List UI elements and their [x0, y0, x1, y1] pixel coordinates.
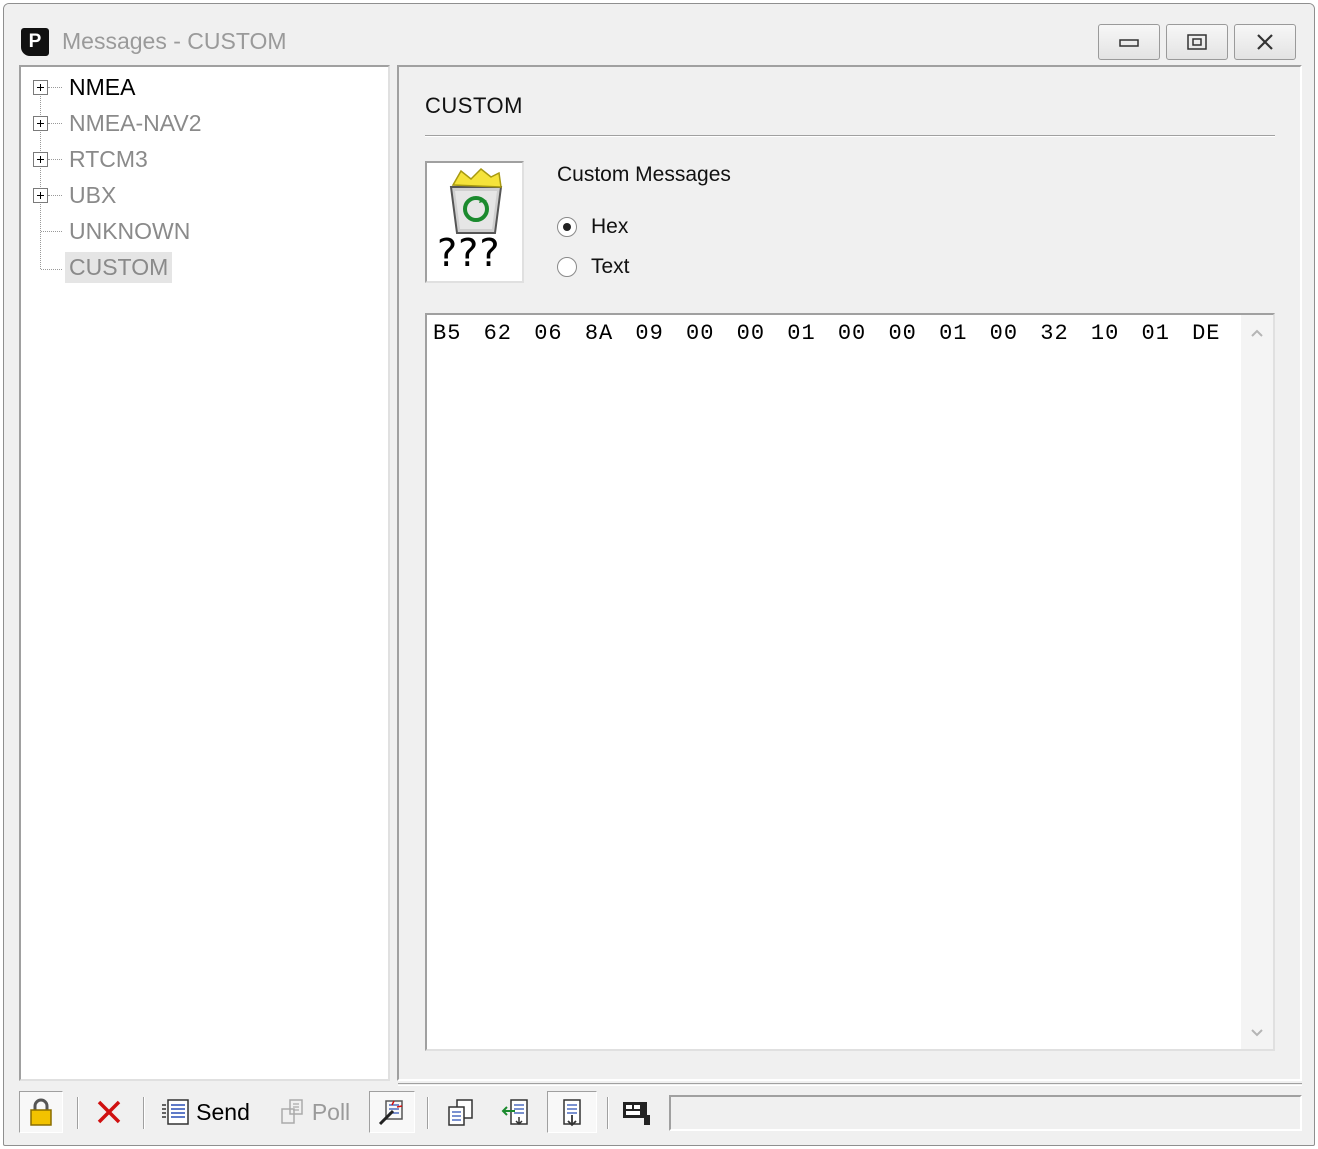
- radio-label: Text: [591, 255, 630, 278]
- radio-hex[interactable]: Hex: [557, 215, 628, 239]
- send-icon: [162, 1099, 189, 1125]
- toolbar-separator: [77, 1097, 79, 1129]
- record-icon: [623, 1102, 650, 1125]
- radio-label: Hex: [591, 215, 629, 238]
- group-label: Custom Messages: [557, 163, 731, 186]
- message-content-editor[interactable]: B5 62 06 8A 09 00 00 01 00 00 01 00 32 1…: [425, 313, 1275, 1051]
- toolbar-separator: [427, 1097, 429, 1129]
- expand-icon[interactable]: [33, 187, 48, 203]
- copy-button[interactable]: [439, 1091, 481, 1133]
- restore-icon: [1187, 34, 1207, 50]
- toolbar: Send Poll: [19, 1091, 1309, 1137]
- radio-button[interactable]: [557, 217, 577, 237]
- delete-icon: [97, 1100, 121, 1124]
- icon-caption: ???: [437, 231, 501, 275]
- tree-item-label: NMEA-NAV2: [69, 109, 202, 136]
- tree-line: [48, 123, 62, 124]
- message-type-icon: ???: [425, 161, 524, 283]
- lock-button[interactable]: [19, 1091, 63, 1133]
- toolbar-separator: [607, 1097, 609, 1129]
- tree-item-label: UNKNOWN: [69, 217, 191, 244]
- delete-button[interactable]: [89, 1091, 129, 1133]
- status-field: [669, 1095, 1302, 1131]
- radio-text[interactable]: Text: [557, 255, 630, 279]
- tree-item-label: UBX: [69, 181, 117, 208]
- tree-line: [48, 87, 62, 88]
- minimize-icon: [1119, 39, 1139, 47]
- vertical-scrollbar[interactable]: [1241, 315, 1273, 1049]
- recycle-bin-icon: [449, 167, 503, 234]
- close-icon: [1257, 34, 1273, 50]
- autoscroll-icon: [563, 1099, 581, 1127]
- send-label: Send: [196, 1098, 250, 1125]
- message-detail-panel: CUSTOM ??? Custom Messages Hex Text B5 6…: [397, 65, 1302, 1081]
- tree-item-label: CUSTOM: [65, 251, 173, 283]
- title-bar[interactable]: P Messages - CUSTOM: [4, 4, 1314, 66]
- toolbar-divider: [398, 1083, 1302, 1086]
- tree-item-label: NMEA: [69, 73, 136, 100]
- record-button[interactable]: [615, 1091, 657, 1133]
- radio-button[interactable]: [557, 257, 577, 277]
- scroll-down-icon[interactable]: [1249, 1025, 1265, 1041]
- restore-button[interactable]: [1166, 24, 1228, 60]
- app-icon: P: [21, 28, 49, 56]
- import-icon: [501, 1099, 528, 1126]
- scroll-up-icon[interactable]: [1249, 325, 1265, 341]
- tree-line: [48, 195, 62, 196]
- section-title: CUSTOM: [425, 93, 523, 118]
- tree-line: [40, 87, 41, 269]
- divider: [425, 135, 1275, 137]
- messages-window: P Messages - CUSTOM NMEA NMEA-NAV2 RTCM3…: [3, 3, 1315, 1146]
- minimize-button[interactable]: [1098, 24, 1160, 60]
- poll-button[interactable]: Poll: [271, 1091, 355, 1133]
- tree-line: [48, 159, 62, 160]
- lock-icon: [30, 1098, 52, 1126]
- close-button[interactable]: [1234, 24, 1296, 60]
- tree-line: [41, 231, 62, 232]
- autoscroll-button[interactable]: [547, 1091, 597, 1133]
- poll-label: Poll: [311, 1098, 351, 1125]
- tree-line: [41, 269, 62, 270]
- send-button[interactable]: Send: [157, 1091, 253, 1133]
- wizard-icon: [378, 1100, 403, 1126]
- toolbar-separator: [143, 1097, 145, 1129]
- expand-icon[interactable]: [33, 151, 48, 167]
- window-title: Messages - CUSTOM: [62, 28, 287, 54]
- expand-icon[interactable]: [33, 79, 48, 95]
- poll-icon: [281, 1099, 303, 1124]
- message-tree[interactable]: NMEA NMEA-NAV2 RTCM3 UBX UNKNOWN CUSTOM: [19, 65, 390, 1081]
- message-hex-text[interactable]: B5 62 06 8A 09 00 00 01 00 00 01 00 32 1…: [433, 321, 1271, 346]
- tree-item-label: RTCM3: [69, 145, 148, 172]
- import-button[interactable]: [495, 1091, 537, 1133]
- copy-icon: [448, 1099, 473, 1126]
- wizard-button[interactable]: [369, 1091, 415, 1133]
- expand-icon[interactable]: [33, 115, 48, 131]
